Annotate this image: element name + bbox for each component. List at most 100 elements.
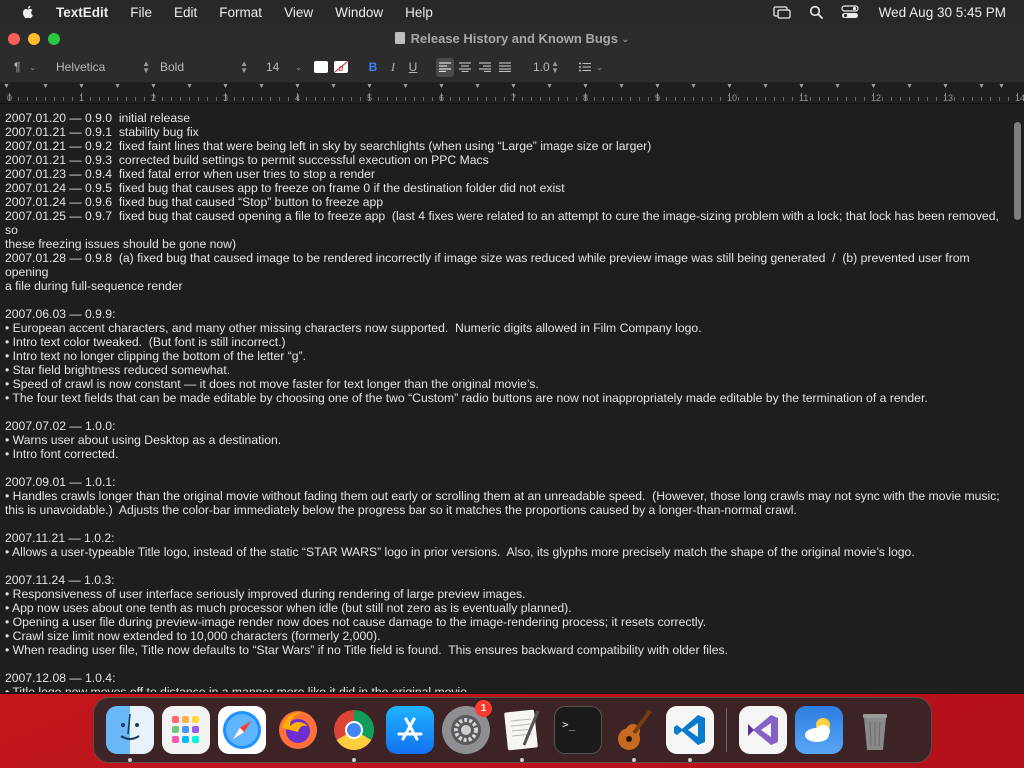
menu-view[interactable]: View: [273, 5, 324, 20]
font-style-popup[interactable]: Bold ▲ ▼: [156, 58, 252, 77]
tab-stop-marker[interactable]: ▼: [402, 83, 409, 90]
right-margin-marker[interactable]: ▼: [998, 83, 1005, 90]
apple-logo-icon[interactable]: [20, 4, 36, 20]
ruler-tick: [549, 97, 550, 101]
menu-edit[interactable]: Edit: [163, 5, 208, 20]
dock-trash[interactable]: [851, 706, 899, 754]
dock-textedit[interactable]: [498, 706, 546, 762]
bold-button[interactable]: B: [364, 58, 382, 77]
tab-stop-marker[interactable]: ▼: [762, 83, 769, 90]
ruler-tick: [126, 97, 127, 101]
align-right-button[interactable]: [476, 58, 494, 77]
tab-stop-marker[interactable]: ▼: [438, 83, 445, 90]
document-text-area[interactable]: 2007.01.20 — 0.9.0 initial release 2007.0…: [0, 104, 1010, 692]
menu-format[interactable]: Format: [208, 5, 273, 20]
ruler-tick: [297, 93, 298, 101]
tab-stop-marker[interactable]: ▼: [330, 83, 337, 90]
tab-stop-marker[interactable]: ▼: [798, 83, 805, 90]
tab-stop-marker[interactable]: ▼: [114, 83, 121, 90]
dock-launchpad[interactable]: [162, 706, 210, 754]
tab-stop-marker[interactable]: ▼: [366, 83, 373, 90]
justify-button[interactable]: [496, 58, 514, 77]
tab-stop-marker[interactable]: ▼: [942, 83, 949, 90]
tab-stop-marker[interactable]: ▼: [222, 83, 229, 90]
align-left-button[interactable]: [436, 57, 454, 77]
document-line: 2007.07.02 — 1.0.0:: [5, 419, 116, 433]
tab-stop-marker[interactable]: ▼: [510, 83, 517, 90]
tab-stop-marker[interactable]: ▼: [546, 83, 553, 90]
dock-chrome[interactable]: [330, 706, 378, 762]
ruler-tick: [540, 97, 541, 101]
menu-file[interactable]: File: [119, 5, 163, 20]
vertical-scrollbar[interactable]: [1012, 108, 1022, 688]
tab-stop-marker[interactable]: ▼: [978, 83, 985, 90]
tab-stop-marker[interactable]: ▼: [150, 83, 157, 90]
ruler-tick: [27, 97, 28, 101]
tab-stop-marker[interactable]: ▼: [186, 83, 193, 90]
ruler-tick: [891, 97, 892, 101]
ruler[interactable]: 0▼▼1▼▼2▼▼3▼▼4▼▼5▼▼6▼▼7▼▼8▼▼9▼▼10▼▼11▼▼12…: [0, 82, 1024, 104]
left-margin-marker[interactable]: ▼: [3, 83, 10, 90]
window-title[interactable]: Release History and Known Bugs ⌄: [0, 31, 1024, 46]
control-center-icon[interactable]: [841, 4, 859, 20]
tab-stop-marker[interactable]: ▼: [834, 83, 841, 90]
menu-window[interactable]: Window: [324, 5, 394, 20]
underline-label: U: [408, 60, 418, 74]
dock-finder[interactable]: [106, 706, 154, 762]
dock-app-store[interactable]: [386, 706, 434, 754]
dock-weather[interactable]: [795, 706, 843, 754]
title-bar[interactable]: Release History and Known Bugs ⌄: [0, 24, 1024, 52]
dock-safari[interactable]: [218, 706, 266, 754]
paragraph-style-popup[interactable]: ¶ ⌄: [10, 58, 40, 77]
menubar-clock[interactable]: Wed Aug 30 5:45 PM: [879, 5, 1006, 20]
highlight-color-button[interactable]: a: [332, 58, 350, 77]
tab-stop-marker[interactable]: ▼: [78, 83, 85, 90]
document-line: a file during full-sequence render: [5, 279, 183, 293]
screen-mirroring-icon[interactable]: [773, 4, 791, 20]
safari-icon: [223, 711, 261, 749]
dock-vscode[interactable]: [666, 706, 714, 762]
dock-terminal[interactable]: >_: [554, 706, 602, 754]
italic-button[interactable]: I: [384, 58, 402, 77]
tab-stop-marker[interactable]: ▼: [654, 83, 661, 90]
document-line: • Opening a user file during preview-ima…: [5, 615, 707, 629]
underline-button[interactable]: U: [404, 58, 422, 77]
tab-stop-marker[interactable]: ▼: [726, 83, 733, 90]
ruler-tick: [531, 97, 532, 101]
ruler-tick: [1017, 93, 1018, 101]
document-line: 2007.01.21 — 0.9.1 stability bug fix: [5, 125, 199, 139]
launchpad-icon: [172, 716, 199, 743]
tab-stop-marker[interactable]: ▼: [618, 83, 625, 90]
tab-stop-marker[interactable]: ▼: [690, 83, 697, 90]
tab-stop-marker[interactable]: ▼: [870, 83, 877, 90]
chevron-down-icon: ⌄: [596, 62, 603, 72]
dock-instruments[interactable]: [610, 706, 658, 762]
tab-stop-marker[interactable]: ▼: [582, 83, 589, 90]
text-color-well[interactable]: [312, 58, 330, 77]
scrollbar-thumb[interactable]: [1014, 122, 1021, 220]
document-line: this is unavoidable.) Adjusts the color-…: [5, 503, 797, 517]
tab-stop-marker[interactable]: ▼: [258, 83, 265, 90]
ruler-tick: [495, 97, 496, 101]
tab-stop-marker[interactable]: ▼: [42, 83, 49, 90]
spotlight-search-icon[interactable]: [807, 4, 825, 20]
dock-visual-studio[interactable]: [739, 706, 787, 754]
list-bullets-popup[interactable]: ⌄: [575, 58, 607, 77]
font-family-popup[interactable]: Helvetica ▲ ▼: [52, 58, 154, 77]
up-down-arrows-icon: ▲ ▼: [240, 59, 248, 75]
line-spacing-popup[interactable]: 1.0 ▲ ▼: [529, 58, 563, 77]
align-center-button[interactable]: [456, 58, 474, 77]
tab-stop-marker[interactable]: ▼: [294, 83, 301, 90]
tab-stop-marker[interactable]: ▼: [906, 83, 913, 90]
dock-system-settings[interactable]: 1: [442, 700, 492, 754]
ruler-tick: [819, 97, 820, 101]
tab-stop-marker[interactable]: ▼: [474, 83, 481, 90]
ruler-tick: [990, 97, 991, 101]
ruler-tick: [603, 97, 604, 101]
ruler-tick: [558, 97, 559, 101]
dock-firefox[interactable]: [274, 706, 322, 754]
font-size-combobox[interactable]: 14 ⌄: [262, 58, 306, 77]
menu-help[interactable]: Help: [394, 5, 444, 20]
menu-app-name[interactable]: TextEdit: [50, 5, 119, 20]
ruler-tick: [261, 97, 262, 101]
